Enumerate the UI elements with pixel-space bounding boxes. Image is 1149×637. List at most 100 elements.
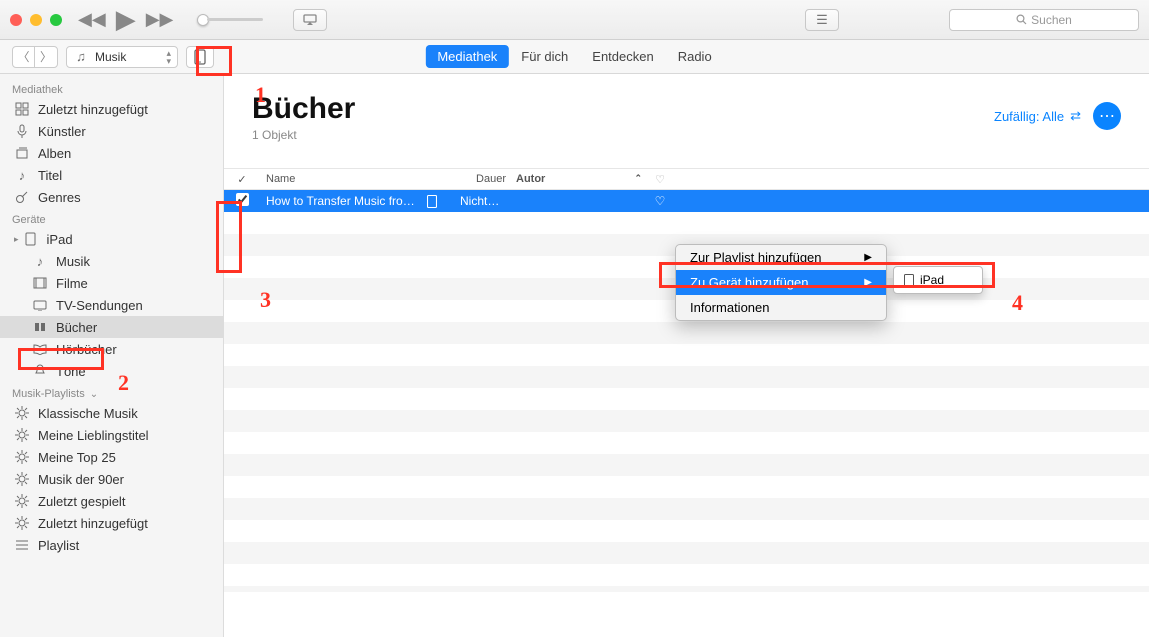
book-icon [32, 319, 48, 335]
tab-radio[interactable]: Radio [666, 45, 724, 68]
sidebar-item-meine-top-25[interactable]: Meine Top 25 [0, 446, 223, 468]
dropdown-chevrons-icon: ▴▾ [166, 49, 171, 65]
more-options-button[interactable]: ⋯ [1093, 102, 1121, 130]
sidebar: Mediathek Zuletzt hinzugefügt Künstler Albe… [0, 74, 224, 637]
gear-icon [14, 427, 30, 443]
main-panel: Bücher 1 Objekt Zufällig: Alle ⇄ ⋯ ✓ Nam… [224, 74, 1149, 637]
sidebar-item-klassische-musik[interactable]: Klassische Musik [0, 402, 223, 424]
row-duration: Nicht… [460, 194, 516, 208]
prev-track-button[interactable]: ◀◀ [78, 9, 106, 30]
sidebar-item-musik[interactable]: ♪ Musik [0, 250, 223, 272]
col-author[interactable]: Autor ⌃ [516, 173, 648, 185]
sidebar-group-header: Mediathek [0, 78, 223, 98]
context-item-zur-playlist-hinzufügen[interactable]: Zur Playlist hinzufügen▶ [676, 245, 886, 270]
search-input[interactable]: Suchen [949, 9, 1139, 31]
grid-icon [14, 101, 30, 117]
col-name[interactable]: Name [260, 173, 460, 185]
row-favorite[interactable]: ♡ [648, 194, 672, 208]
device-button[interactable] [186, 46, 214, 68]
play-button[interactable]: ▶ [116, 4, 136, 35]
next-track-button[interactable]: ▶▶ [146, 9, 174, 30]
sidebar-item-genres[interactable]: Genres [0, 186, 223, 208]
page-header: Bücher 1 Objekt Zufällig: Alle ⇄ ⋯ [224, 74, 1149, 148]
context-menu[interactable]: Zur Playlist hinzufügen▶Zu Gerät hinzufü… [675, 244, 887, 321]
submenu-item-ipad[interactable]: iPad [894, 270, 982, 290]
sidebar-item-label: Zuletzt hinzugefügt [38, 102, 148, 117]
ipad-icon [23, 231, 39, 247]
note-icon: ♪ [32, 253, 48, 269]
col-duration[interactable]: Dauer [460, 173, 516, 185]
sidebar-item-label: Hörbücher [56, 342, 117, 357]
sidebar-item-zuletzt-gespielt[interactable]: Zuletzt gespielt [0, 490, 223, 512]
titlebar: ◀◀ ▶ ▶▶ ☰ Suchen [0, 0, 1149, 40]
sidebar-item-alben[interactable]: Alben [0, 142, 223, 164]
table-row[interactable]: How to Transfer Music fro… Nicht… ♡ [224, 190, 1149, 212]
sidebar-item-meine-lieblingstitel[interactable]: Meine Lieblingstitel [0, 424, 223, 446]
mic-icon [14, 123, 30, 139]
sidebar-item-label: Bücher [56, 320, 97, 335]
sidebar-item-hörbücher[interactable]: Hörbücher [0, 338, 223, 360]
airplay-button[interactable] [293, 9, 327, 31]
sidebar-item-töne[interactable]: Töne [0, 360, 223, 382]
context-item-informationen[interactable]: Informationen [676, 295, 886, 320]
row-checkbox[interactable] [236, 193, 249, 206]
sidebar-item-label: iPad [47, 232, 73, 247]
sidebar-group-header: Geräte [0, 208, 223, 228]
tab-entdecken[interactable]: Entdecken [580, 45, 665, 68]
sidebar-item-filme[interactable]: Filme [0, 272, 223, 294]
page-subtitle: 1 Objekt [252, 128, 355, 142]
music-note-icon: ♫ [73, 49, 89, 65]
row-title: How to Transfer Music fro… [266, 194, 415, 208]
close-window-button[interactable] [10, 14, 22, 26]
sidebar-item-musik-der-90er[interactable]: Musik der 90er [0, 468, 223, 490]
sidebar-item-titel[interactable]: ♪Titel [0, 164, 223, 186]
sidebar-item-label: Alben [38, 146, 71, 161]
sidebar-item-zuletzt-hinzugefügt[interactable]: Zuletzt hinzugefügt [0, 512, 223, 534]
sidebar-item-ipad[interactable]: ▸ iPad [0, 228, 223, 250]
nav-back-button[interactable]: 〈 [13, 47, 35, 67]
sidebar-item-label: Zuletzt gespielt [38, 494, 125, 509]
sidebar-item-tv-sendungen[interactable]: TV-Sendungen [0, 294, 223, 316]
list-view-button[interactable]: ☰ [805, 9, 839, 31]
context-submenu[interactable]: iPad [893, 266, 983, 294]
sidebar-item-label: Musik [56, 254, 90, 269]
gear-icon [14, 405, 30, 421]
disclosure-caret-icon[interactable]: ▸ [14, 234, 19, 245]
guitar-icon [14, 189, 30, 205]
content-table: ✓ Name Dauer Autor ⌃ ♡ How to Transfer M… [224, 168, 1149, 592]
sidebar-item-zuletzt-hinzugefügt[interactable]: Zuletzt hinzugefügt [0, 98, 223, 120]
playback-controls: ◀◀ ▶ ▶▶ [78, 4, 327, 35]
col-favorite[interactable]: ♡ [648, 173, 672, 186]
sidebar-item-label: Titel [38, 168, 62, 183]
page-title: Bücher [252, 92, 355, 126]
shuffle-all-button[interactable]: Zufällig: Alle ⇄ [994, 108, 1081, 124]
maximize-window-button[interactable] [50, 14, 62, 26]
nav-history: 〈 〉 [12, 46, 58, 68]
context-item-zu-gerät-hinzufügen[interactable]: Zu Gerät hinzufügen▶ [676, 270, 886, 295]
gear-icon [14, 515, 30, 531]
sidebar-group-header: Musik-Playlists ⌄ [0, 382, 223, 402]
shuffle-label: Zufällig: Alle [994, 109, 1064, 124]
list-icon [14, 537, 30, 553]
sidebar-item-playlist[interactable]: Playlist [0, 534, 223, 556]
tab-mediathek[interactable]: Mediathek [425, 45, 509, 68]
tab-für dich[interactable]: Für dich [509, 45, 580, 68]
sidebar-item-label: Musik der 90er [38, 472, 124, 487]
sidebar-item-label: Meine Lieblingstitel [38, 428, 149, 443]
navbar: 〈 〉 ♫ Musik ▴▾ MediathekFür dichEntdecke… [0, 40, 1149, 74]
sidebar-item-label: Filme [56, 276, 88, 291]
nav-forward-button[interactable]: 〉 [35, 47, 57, 67]
submenu-arrow-icon: ▶ [864, 252, 872, 263]
sidebar-item-bücher[interactable]: Bücher [0, 316, 223, 338]
media-type-label: Musik [95, 50, 126, 64]
submenu-item-label: iPad [920, 273, 944, 287]
volume-slider[interactable] [197, 14, 263, 26]
minimize-window-button[interactable] [30, 14, 42, 26]
sidebar-item-label: Töne [56, 364, 86, 379]
media-type-selector[interactable]: ♫ Musik ▴▾ [66, 46, 178, 68]
stack-icon [14, 145, 30, 161]
col-checkmark[interactable]: ✓ [224, 173, 260, 186]
search-icon [1016, 14, 1027, 25]
sidebar-item-künstler[interactable]: Künstler [0, 120, 223, 142]
submenu-arrow-icon: ▶ [864, 277, 872, 288]
